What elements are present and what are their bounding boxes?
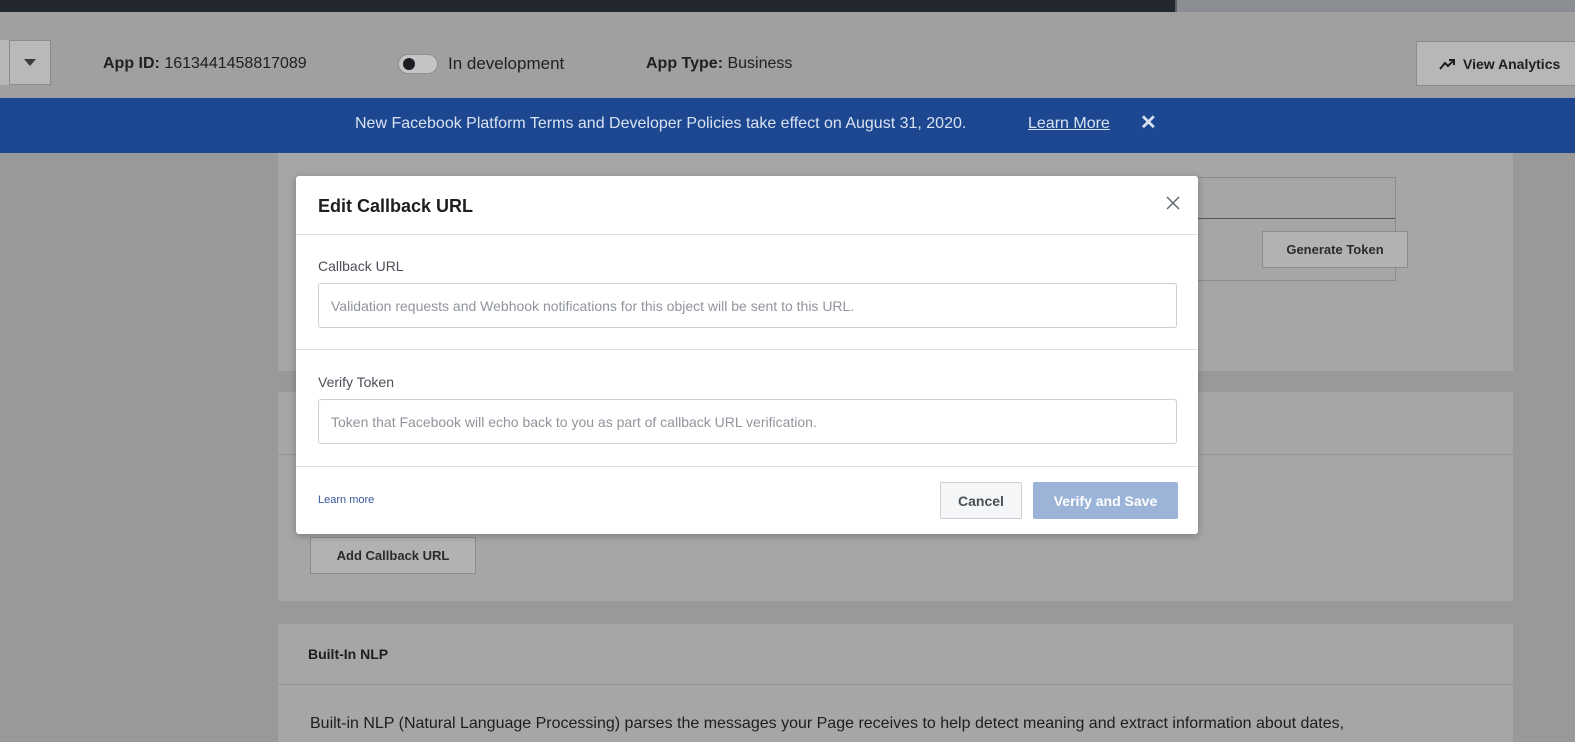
dev-mode-label: In development bbox=[448, 54, 565, 73]
dialog-header: Edit Callback URL bbox=[296, 176, 1198, 235]
learn-more-link[interactable]: Learn more bbox=[318, 494, 374, 506]
app-type: App Type: Business bbox=[646, 55, 792, 73]
app-id: App ID: 1613441458817089 bbox=[103, 55, 307, 73]
app-type-label: App Type: bbox=[646, 55, 724, 72]
policy-banner: New Facebook Platform Terms and Develope… bbox=[0, 98, 1575, 153]
banner-text: New Facebook Platform Terms and Develope… bbox=[355, 115, 967, 132]
app-header: App ID: 1613441458817089 In development … bbox=[0, 12, 1575, 98]
verify-token-input[interactable] bbox=[318, 399, 1177, 444]
edit-callback-url-dialog: Edit Callback URL Callback URL Verify To… bbox=[296, 176, 1198, 534]
caret-down-icon bbox=[24, 59, 36, 66]
app-type-value: Business bbox=[727, 55, 793, 72]
view-analytics-label: View Analytics bbox=[1463, 55, 1561, 72]
close-icon[interactable] bbox=[1162, 192, 1184, 214]
nlp-description: Built-in NLP (Natural Language Processin… bbox=[310, 715, 1345, 732]
dialog-title: Edit Callback URL bbox=[318, 196, 474, 216]
top-search-stub[interactable] bbox=[1175, 0, 1575, 12]
generate-token-button[interactable]: Generate Token bbox=[1262, 231, 1408, 268]
view-analytics-button[interactable]: View Analytics bbox=[1416, 41, 1575, 86]
banner-learn-more-link[interactable]: Learn More bbox=[1028, 115, 1110, 133]
banner-close-icon[interactable]: ✕ bbox=[1140, 112, 1157, 134]
verify-and-save-button[interactable]: Verify and Save bbox=[1033, 482, 1178, 519]
nlp-card: Built-In NLP Built-in NLP (Natural Langu… bbox=[278, 624, 1513, 742]
app-switcher-dropdown[interactable] bbox=[9, 40, 51, 85]
left-edge bbox=[0, 40, 9, 85]
nlp-title: Built-In NLP bbox=[308, 646, 389, 662]
verify-token-label: Verify Token bbox=[318, 374, 395, 390]
app-id-value: 1613441458817089 bbox=[164, 55, 307, 72]
top-nav-bar bbox=[0, 0, 1575, 12]
toggle-knob bbox=[403, 58, 415, 70]
trend-up-icon bbox=[1439, 58, 1455, 70]
dev-mode-toggle[interactable] bbox=[398, 54, 438, 74]
card-divider bbox=[278, 684, 1513, 685]
cancel-button[interactable]: Cancel bbox=[940, 482, 1022, 519]
callback-url-label: Callback URL bbox=[318, 258, 404, 274]
field-divider bbox=[296, 349, 1198, 350]
callback-url-input[interactable] bbox=[318, 283, 1177, 328]
add-callback-url-button[interactable]: Add Callback URL bbox=[310, 537, 476, 574]
footer-divider bbox=[296, 466, 1198, 467]
app-id-label: App ID: bbox=[103, 55, 160, 72]
